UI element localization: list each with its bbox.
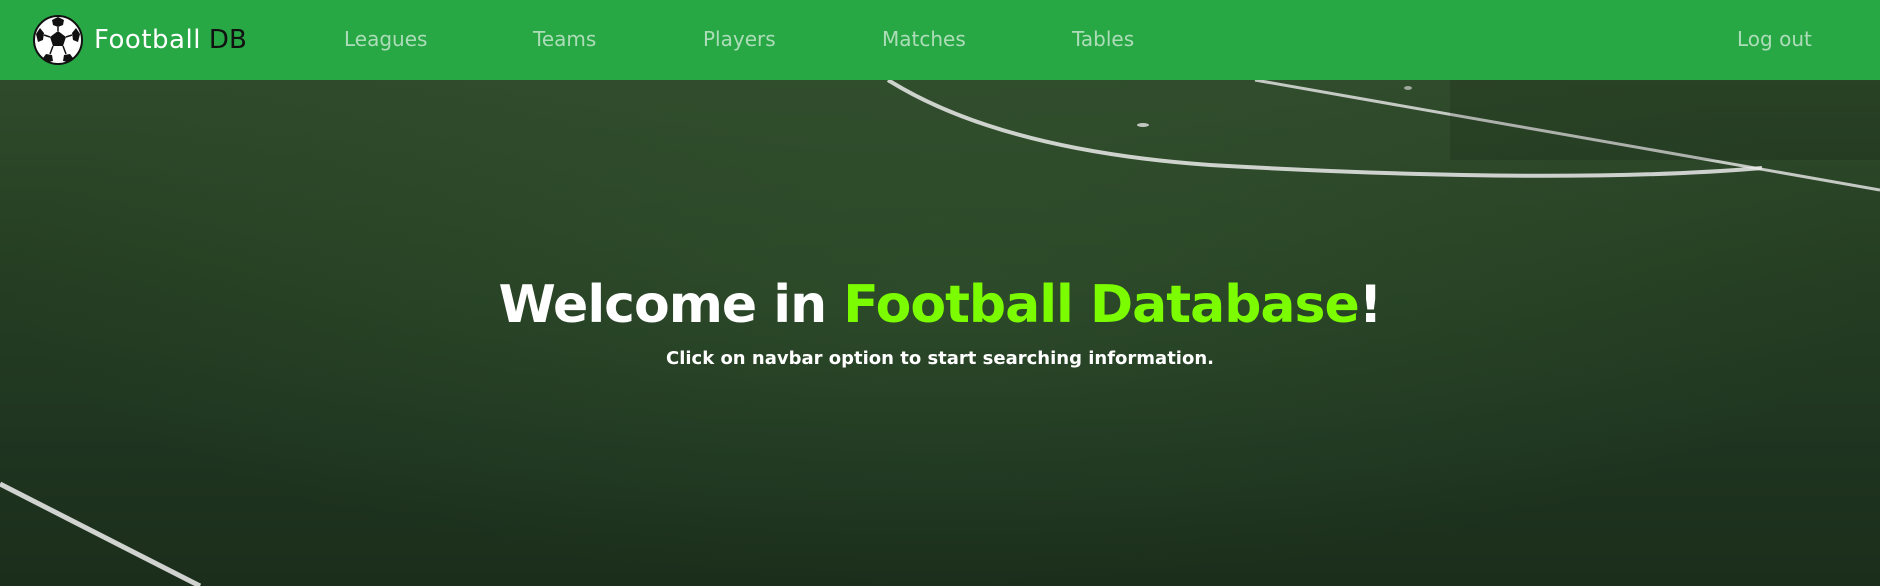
nav-leagues[interactable]: Leagues — [344, 27, 427, 51]
hero-subtitle: Click on navbar option to start searchin… — [665, 348, 1214, 369]
nav-matches[interactable]: Matches — [882, 27, 966, 51]
soccer-ball-icon — [32, 14, 84, 66]
hero-title: Welcome in Football Database! — [0, 275, 1880, 335]
nav-teams[interactable]: Teams — [533, 27, 596, 51]
logout-link[interactable]: Log out — [1737, 27, 1812, 51]
brand-suffix: DB — [208, 25, 247, 55]
hero-title-prefix: Welcome in — [498, 275, 844, 335]
brand-name: Football — [94, 25, 201, 55]
navbar: Football DB Leagues Teams Players Matche… — [0, 0, 1880, 80]
brand-link[interactable]: Football DB — [32, 14, 247, 66]
hero-title-highlight: Football Database — [843, 275, 1360, 335]
nav-players[interactable]: Players — [703, 27, 776, 51]
hero-title-suffix: ! — [1358, 275, 1383, 335]
hero-section: Welcome in Football Database! Click on n… — [0, 80, 1880, 586]
nav-tables[interactable]: Tables — [1072, 27, 1134, 51]
page: Football DB Leagues Teams Players Matche… — [0, 0, 1880, 586]
